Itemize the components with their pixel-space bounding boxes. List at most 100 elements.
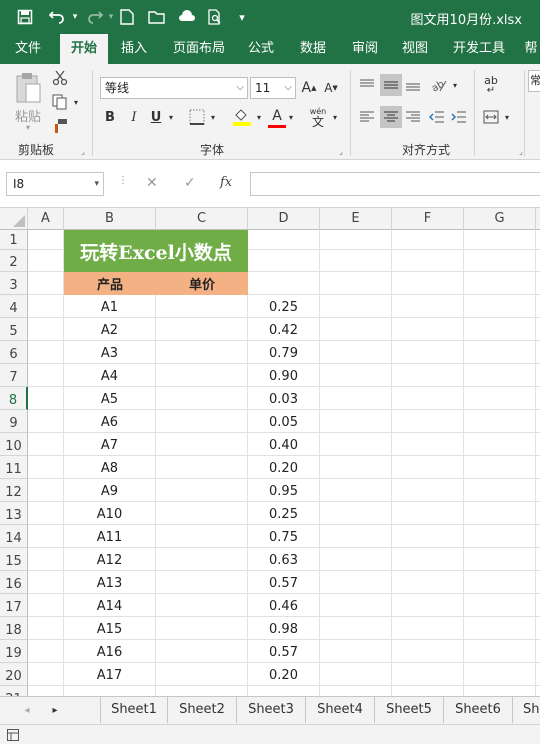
select-all-corner[interactable] bbox=[0, 208, 28, 230]
orientation-icon[interactable]: ab bbox=[428, 74, 450, 96]
tab-page-layout[interactable]: 页面布局 bbox=[166, 34, 232, 64]
grid-cell[interactable] bbox=[464, 341, 536, 364]
merge-dropdown-icon[interactable]: ▾ bbox=[502, 110, 512, 124]
grid-cell[interactable] bbox=[464, 364, 536, 387]
sheet-tab-6[interactable]: Sheet6 bbox=[444, 697, 513, 723]
print-preview-icon[interactable] bbox=[204, 7, 226, 27]
value-cell[interactable]: 0.95 bbox=[248, 479, 320, 502]
grid-cell[interactable] bbox=[536, 594, 540, 617]
column-header-f[interactable]: F bbox=[392, 208, 464, 230]
redo-dropdown-icon[interactable]: ▾ bbox=[106, 7, 116, 27]
grid-cell[interactable] bbox=[320, 318, 392, 341]
sheet-tab-2[interactable]: Sheet2 bbox=[168, 697, 237, 723]
row-header[interactable]: 2 bbox=[0, 250, 28, 272]
grid-cell[interactable] bbox=[464, 525, 536, 548]
grid-cell[interactable] bbox=[28, 640, 64, 663]
grid-cell[interactable] bbox=[320, 686, 392, 696]
cancel-icon[interactable]: ✕ bbox=[146, 175, 158, 191]
grid-cell[interactable] bbox=[28, 525, 64, 548]
open-folder-icon[interactable] bbox=[146, 7, 168, 27]
grid-cell[interactable] bbox=[156, 663, 248, 686]
grid-cell[interactable] bbox=[464, 663, 536, 686]
grid-cell[interactable] bbox=[536, 295, 540, 318]
grid-cell[interactable] bbox=[536, 250, 540, 272]
product-cell[interactable]: A4 bbox=[64, 364, 156, 387]
decrease-font-icon[interactable]: A ▼ bbox=[322, 78, 340, 98]
copy-dropdown-icon[interactable]: ▾ bbox=[71, 96, 81, 108]
grid-cell[interactable] bbox=[28, 571, 64, 594]
row-header[interactable]: 5 bbox=[0, 318, 28, 341]
grid-cell[interactable] bbox=[28, 433, 64, 456]
sheet-title-cell[interactable]: 玩转Excel小数点 bbox=[64, 230, 248, 272]
align-right-icon[interactable] bbox=[402, 106, 424, 128]
tab-help[interactable]: 帮 bbox=[522, 34, 540, 64]
clipboard-launcher-icon[interactable]: ⌟ bbox=[78, 146, 88, 156]
grid-cell[interactable] bbox=[156, 318, 248, 341]
row-header[interactable]: 16 bbox=[0, 571, 28, 594]
phonetic-guide-icon[interactable]: wén 文 bbox=[306, 104, 330, 132]
sheet-tab-3[interactable]: Sheet3 bbox=[237, 697, 306, 723]
grid-cell[interactable] bbox=[464, 272, 536, 295]
row-header[interactable]: 3 bbox=[0, 272, 28, 295]
grid-cell[interactable] bbox=[392, 548, 464, 571]
product-cell[interactable]: A2 bbox=[64, 318, 156, 341]
grid-cell[interactable] bbox=[392, 230, 464, 250]
tab-data[interactable]: 数据 bbox=[292, 34, 334, 64]
tab-formulas[interactable]: 公式 bbox=[240, 34, 282, 64]
grid-cell[interactable] bbox=[248, 686, 320, 696]
value-cell[interactable]: 0.75 bbox=[248, 525, 320, 548]
grid-cell[interactable] bbox=[320, 341, 392, 364]
grid-cell[interactable] bbox=[156, 456, 248, 479]
grid-cell[interactable] bbox=[536, 663, 540, 686]
cloud-sync-icon[interactable] bbox=[176, 7, 198, 27]
product-cell[interactable]: A11 bbox=[64, 525, 156, 548]
grid-cell[interactable] bbox=[392, 387, 464, 410]
grid-cell[interactable] bbox=[28, 387, 64, 410]
grid-cell[interactable] bbox=[320, 640, 392, 663]
italic-button[interactable]: I bbox=[124, 106, 144, 128]
row-header[interactable]: 1 bbox=[0, 230, 28, 250]
grid-cell[interactable] bbox=[464, 295, 536, 318]
tab-insert[interactable]: 插入 bbox=[112, 34, 156, 64]
value-cell[interactable]: 0.98 bbox=[248, 617, 320, 640]
row-header[interactable]: 6 bbox=[0, 341, 28, 364]
wrap-text-icon[interactable]: ab ↵ bbox=[480, 74, 502, 96]
grid-cell[interactable] bbox=[464, 433, 536, 456]
sheet-tab-4[interactable]: Sheet4 bbox=[306, 697, 375, 723]
row-header[interactable]: 11 bbox=[0, 456, 28, 479]
product-cell[interactable]: A14 bbox=[64, 594, 156, 617]
row-header[interactable]: 18 bbox=[0, 617, 28, 640]
grid-cell[interactable] bbox=[320, 230, 392, 250]
value-cell[interactable]: 0.25 bbox=[248, 295, 320, 318]
tab-developer[interactable]: 开发工具 bbox=[446, 34, 512, 64]
value-cell[interactable]: 0.40 bbox=[248, 433, 320, 456]
column-header-g[interactable]: G bbox=[464, 208, 536, 230]
product-cell[interactable]: A5 bbox=[64, 387, 156, 410]
sheet-tab-7[interactable]: Sh bbox=[513, 697, 540, 723]
row-header[interactable]: 10 bbox=[0, 433, 28, 456]
column-header-a[interactable]: A bbox=[28, 208, 64, 230]
grid-cell[interactable] bbox=[536, 230, 540, 250]
grid-cell[interactable] bbox=[392, 341, 464, 364]
grid-cell[interactable] bbox=[536, 548, 540, 571]
undo-dropdown-icon[interactable]: ▾ bbox=[70, 7, 80, 27]
row-header[interactable]: 15 bbox=[0, 548, 28, 571]
value-cell[interactable]: 0.79 bbox=[248, 341, 320, 364]
phonetic-dropdown-icon[interactable]: ▾ bbox=[330, 110, 340, 124]
decrease-indent-icon[interactable] bbox=[426, 106, 448, 128]
save-icon[interactable] bbox=[14, 7, 36, 27]
tab-file[interactable]: 文件 bbox=[4, 34, 52, 64]
grid-cell[interactable] bbox=[392, 617, 464, 640]
grid-cell[interactable] bbox=[536, 318, 540, 341]
column-header-h[interactable] bbox=[536, 208, 540, 230]
grid-cell[interactable] bbox=[464, 571, 536, 594]
grid-cell[interactable] bbox=[536, 341, 540, 364]
grid-cell[interactable] bbox=[536, 456, 540, 479]
underline-button[interactable]: U bbox=[146, 106, 166, 128]
grid-cell[interactable] bbox=[248, 230, 320, 250]
row-header[interactable]: 12 bbox=[0, 479, 28, 502]
align-left-icon[interactable] bbox=[356, 106, 378, 128]
grid-cell[interactable] bbox=[156, 594, 248, 617]
grid-cell[interactable] bbox=[320, 433, 392, 456]
product-cell[interactable]: A6 bbox=[64, 410, 156, 433]
